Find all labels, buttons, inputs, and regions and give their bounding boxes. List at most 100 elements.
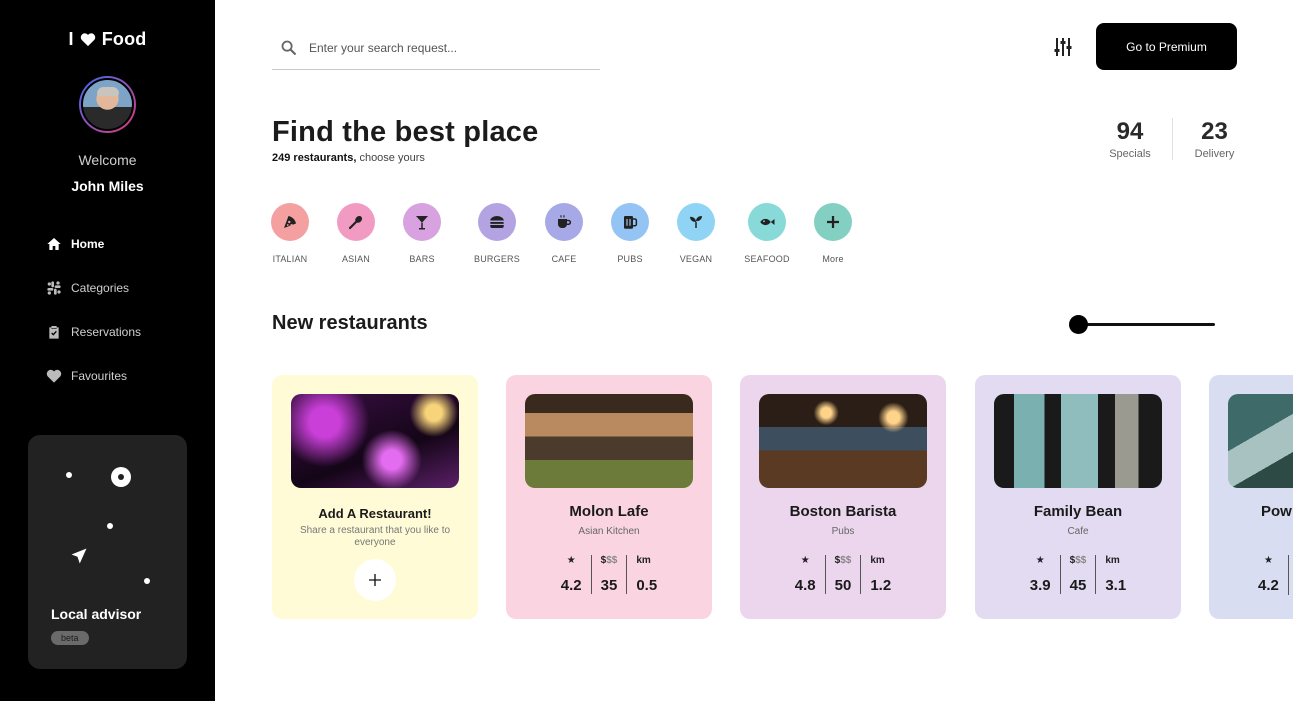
restaurant-metrics: ★ 4.2 $$$ 35 km 0.5 [506, 555, 712, 594]
restaurant-photo [1228, 394, 1293, 488]
restaurant-name: Boston Barista [789, 503, 897, 520]
search-input[interactable] [309, 40, 569, 55]
sidebar-item-label: Categories [71, 281, 130, 295]
carousel-slider[interactable] [1069, 313, 1215, 335]
category-pubs[interactable]: PUBS [611, 203, 649, 264]
distance-label: km [636, 555, 651, 566]
sidebar-item-categories[interactable]: Categories [46, 266, 141, 310]
sidebar-item-reservations[interactable]: Reservations [46, 310, 141, 354]
coffee-icon [558, 215, 572, 228]
price-value: 50 [834, 577, 852, 594]
burger-icon [490, 216, 504, 228]
star-icon: ★ [1035, 555, 1045, 566]
category-bars[interactable]: BARS [403, 203, 441, 264]
local-advisor-card[interactable]: Local advisor beta [28, 435, 187, 669]
category-icon-circle [748, 203, 786, 241]
home-icon [47, 238, 61, 250]
category-cafe[interactable]: CAFE [545, 203, 583, 264]
restaurant-card[interactable]: Boston Barista Pubs ★ 4.8 $$$ 50 km 1.2 [740, 375, 946, 619]
heart-icon [46, 369, 62, 383]
category-label: SEAFOOD [744, 254, 790, 264]
category-icon-circle [677, 203, 715, 241]
price-metric: $$$ 35 [590, 555, 627, 594]
filter-sliders-icon[interactable] [1054, 37, 1072, 57]
restaurant-card[interactable]: Pow ★ 4.2 [1209, 375, 1293, 619]
add-restaurant-card[interactable]: Add A Restaurant! Share a restaurant tha… [272, 375, 478, 619]
add-restaurant-button[interactable] [354, 559, 396, 601]
restaurant-metrics: ★ 3.9 $$$ 45 km 3.1 [975, 555, 1181, 594]
sidebar: I Food Welcome John Miles Home Categorie… [0, 0, 215, 701]
stat-delivery[interactable]: 23 Delivery [1172, 118, 1256, 160]
price-label: $$$ [1070, 555, 1087, 569]
price-symbol-dim: $$ [840, 555, 852, 566]
category-label: PUBS [617, 254, 643, 264]
sidebar-item-label: Home [71, 237, 105, 251]
distance-metric: km 1.2 [860, 555, 900, 594]
cocktail-icon [416, 216, 428, 230]
restaurant-type: Pubs [831, 526, 855, 537]
restaurant-card[interactable]: Family Bean Cafe ★ 3.9 $$$ 45 km 3.1 [975, 375, 1181, 619]
search-icon [281, 40, 296, 55]
distance-metric: km 0.5 [626, 555, 666, 594]
price-metric [1287, 555, 1293, 595]
go-to-premium-button[interactable]: Go to Premium [1096, 23, 1237, 70]
category-icon-circle [611, 203, 649, 241]
star-icon: ★ [1263, 555, 1273, 566]
welcome-text: Welcome [78, 152, 137, 168]
heart-logo-icon [80, 33, 95, 47]
stat-label: Specials [1109, 148, 1151, 160]
category-italian[interactable]: ITALIAN [271, 203, 309, 264]
slider-track [1077, 323, 1215, 326]
sidebar-item-favourites[interactable]: Favourites [46, 354, 141, 398]
rating-value: 4.8 [794, 577, 816, 594]
restaurant-name: Family Bean [1033, 503, 1123, 520]
restaurant-type: Cafe [1067, 526, 1089, 537]
category-seafood[interactable]: SEAFOOD [744, 203, 790, 264]
map-dot [144, 578, 150, 584]
restaurant-photo [525, 394, 693, 488]
price-metric: $$$ 50 [824, 555, 861, 594]
section-title: New restaurants [272, 312, 428, 334]
fish-icon [760, 218, 775, 226]
slider-thumb[interactable] [1069, 315, 1088, 334]
app-logo[interactable]: I Food [0, 29, 215, 50]
restaurant-carousel: Add A Restaurant! Share a restaurant tha… [272, 375, 1293, 619]
avatar[interactable] [79, 76, 136, 133]
restaurant-name: Molon Lafe [569, 503, 649, 520]
sidebar-item-home[interactable]: Home [46, 222, 141, 266]
stat-value: 23 [1201, 118, 1228, 145]
restaurant-photo [994, 394, 1162, 488]
page-subtitle: 249 restaurants, choose yours [272, 152, 425, 164]
price-label: $$$ [601, 555, 618, 569]
category-label: ASIAN [341, 254, 370, 264]
add-card-description: Share a restaurant that you like to ever… [299, 525, 451, 548]
category-icon-circle [337, 203, 375, 241]
map-target-marker [111, 467, 131, 487]
advisor-label: Local advisor [51, 606, 142, 622]
category-icon-circle [814, 203, 852, 241]
stats: 94 Specials 23 Delivery [1088, 118, 1256, 160]
beer-icon [624, 216, 638, 229]
restaurant-card[interactable]: Molon Lafe Asian Kitchen ★ 4.2 $$$ 35 km 0.… [506, 375, 712, 619]
stat-label: Delivery [1194, 148, 1235, 160]
categories-icon [47, 281, 61, 295]
search-bar [272, 26, 600, 70]
bar-photo [291, 394, 459, 488]
rating-metric: ★ 4.8 [786, 555, 825, 594]
user-name: John Miles [71, 178, 144, 194]
stat-specials[interactable]: 94 Specials [1088, 118, 1172, 160]
category-label: BARS [409, 254, 435, 264]
category-more[interactable]: More [814, 203, 852, 264]
restaurant-type: Asian Kitchen [578, 526, 640, 537]
category-label: BURGERS [474, 254, 520, 264]
price-metric: $$$ 45 [1059, 555, 1096, 594]
plus-icon [369, 574, 381, 586]
category-icon-circle [403, 203, 441, 241]
avatar-photo [81, 78, 134, 131]
category-asian[interactable]: ASIAN [337, 203, 375, 264]
category-label: VEGAN [679, 254, 713, 264]
category-burgers[interactable]: BURGERS [474, 203, 520, 264]
logo-text-right: Food [101, 29, 147, 49]
rating-metric: ★ 4.2 [1249, 555, 1288, 595]
category-vegan[interactable]: VEGAN [677, 203, 715, 264]
